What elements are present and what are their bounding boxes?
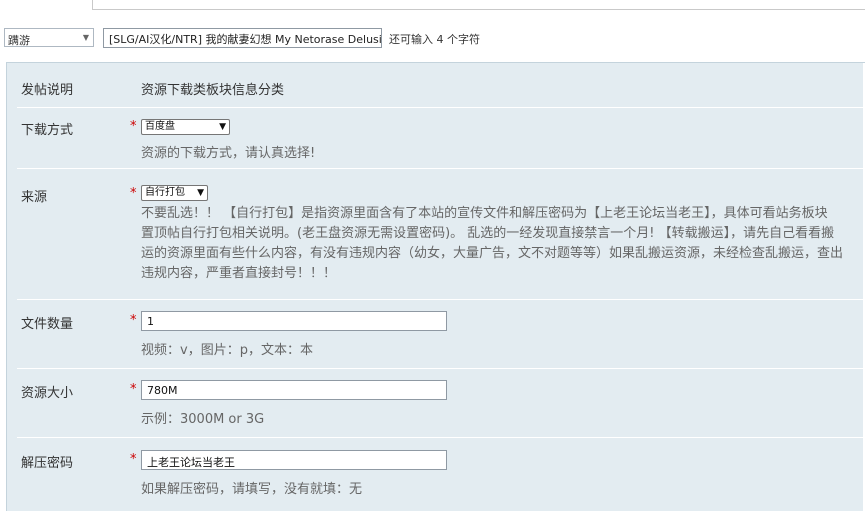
required-mark: * bbox=[130, 119, 137, 134]
size-row: 资源大小 * 780M 示例：3000M or 3G bbox=[17, 369, 865, 438]
source-desc-line: 运的资源里面有些什么内容，有没有违规内容（幼女，大量广告，文不对题等等）如果乱搬… bbox=[141, 246, 844, 261]
intro-value: 资源下载类板块信息分类 bbox=[141, 83, 285, 98]
thread-type-select[interactable]: 蹒游 ▼ bbox=[4, 28, 94, 47]
source-value: 自行打包 bbox=[145, 187, 185, 198]
size-hint: 示例：3000M or 3G bbox=[141, 412, 265, 427]
source-desc-line: 置顶帖自行打包相关说明。(老王盘资源无需设置密码)。 乱选的一经发现直接禁言一个… bbox=[141, 226, 835, 241]
top-tab-bar bbox=[0, 0, 865, 10]
file-count-label: 文件数量 bbox=[21, 317, 74, 332]
subject-input[interactable]: [SLG/AI汉化/NTR] 我的献妻幻想 My Netorase Delusi… bbox=[103, 28, 382, 48]
password-hint: 如果解压密码，请填写，没有就填：无 bbox=[141, 482, 363, 497]
required-mark: * bbox=[130, 452, 137, 467]
source-label: 来源 bbox=[21, 190, 48, 205]
download-hint: 资源的下载方式，请认真选择! bbox=[141, 146, 316, 161]
source-desc-line: 违规内容，严重者直接封号！！！ bbox=[141, 266, 337, 281]
subject-row: 蹒游 ▼ [SLG/AI汉化/NTR] 我的献妻幻想 My Netorase D… bbox=[0, 28, 865, 48]
source-select[interactable]: 自行打包 ▼ bbox=[141, 185, 208, 201]
intro-label: 发帖说明 bbox=[21, 83, 74, 98]
required-mark: * bbox=[130, 382, 137, 397]
source-desc-line: 不要乱选！！ 【自行打包】是指资源里面含有了本站的宣传文件和解压密码为【上老王论… bbox=[141, 206, 828, 221]
chevron-down-icon: ▼ bbox=[82, 33, 89, 42]
tab-divider bbox=[92, 9, 865, 10]
download-label: 下载方式 bbox=[21, 123, 74, 138]
size-label: 资源大小 bbox=[21, 386, 74, 401]
active-tab[interactable] bbox=[0, 0, 93, 10]
thread-type-value: 蹒游 bbox=[8, 34, 30, 47]
file-count-input[interactable]: 1 bbox=[141, 311, 447, 331]
required-mark: * bbox=[130, 186, 137, 201]
source-description: 不要乱选！！ 【自行打包】是指资源里面含有了本站的宣传文件和解压密码为【上老王论… bbox=[141, 204, 865, 284]
password-label: 解压密码 bbox=[21, 456, 74, 471]
chevron-down-icon: ▼ bbox=[219, 122, 226, 132]
download-method-select[interactable]: 百度盘 ▼ bbox=[141, 119, 230, 135]
required-mark: * bbox=[130, 313, 137, 328]
file-count-hint: 视频：v，图片：p，文本：本 bbox=[141, 343, 313, 358]
chevron-down-icon: ▼ bbox=[197, 188, 204, 198]
password-row: 解压密码 * 上老王论坛当老王 如果解压密码，请填写，没有就填：无 bbox=[17, 438, 865, 513]
download-row: 下载方式 * 百度盘 ▼ 资源的下载方式，请认真选择! bbox=[17, 108, 865, 169]
source-row: 来源 * 自行打包 ▼ 不要乱选！！ 【自行打包】是指资源里面含有了本站的宣传文… bbox=[17, 169, 865, 300]
intro-row: 发帖说明 资源下载类板块信息分类 bbox=[17, 63, 865, 108]
subject-remaining-count: 还可输入 4 个字符 bbox=[389, 33, 480, 46]
thread-form-panel: 发帖说明 资源下载类板块信息分类 下载方式 * 百度盘 ▼ 资源的下载方式，请认… bbox=[6, 62, 865, 513]
size-input[interactable]: 780M bbox=[141, 380, 447, 400]
download-method-value: 百度盘 bbox=[145, 121, 175, 132]
password-input[interactable]: 上老王论坛当老王 bbox=[141, 450, 447, 470]
file-count-row: 文件数量 * 1 视频：v，图片：p，文本：本 bbox=[17, 300, 865, 369]
